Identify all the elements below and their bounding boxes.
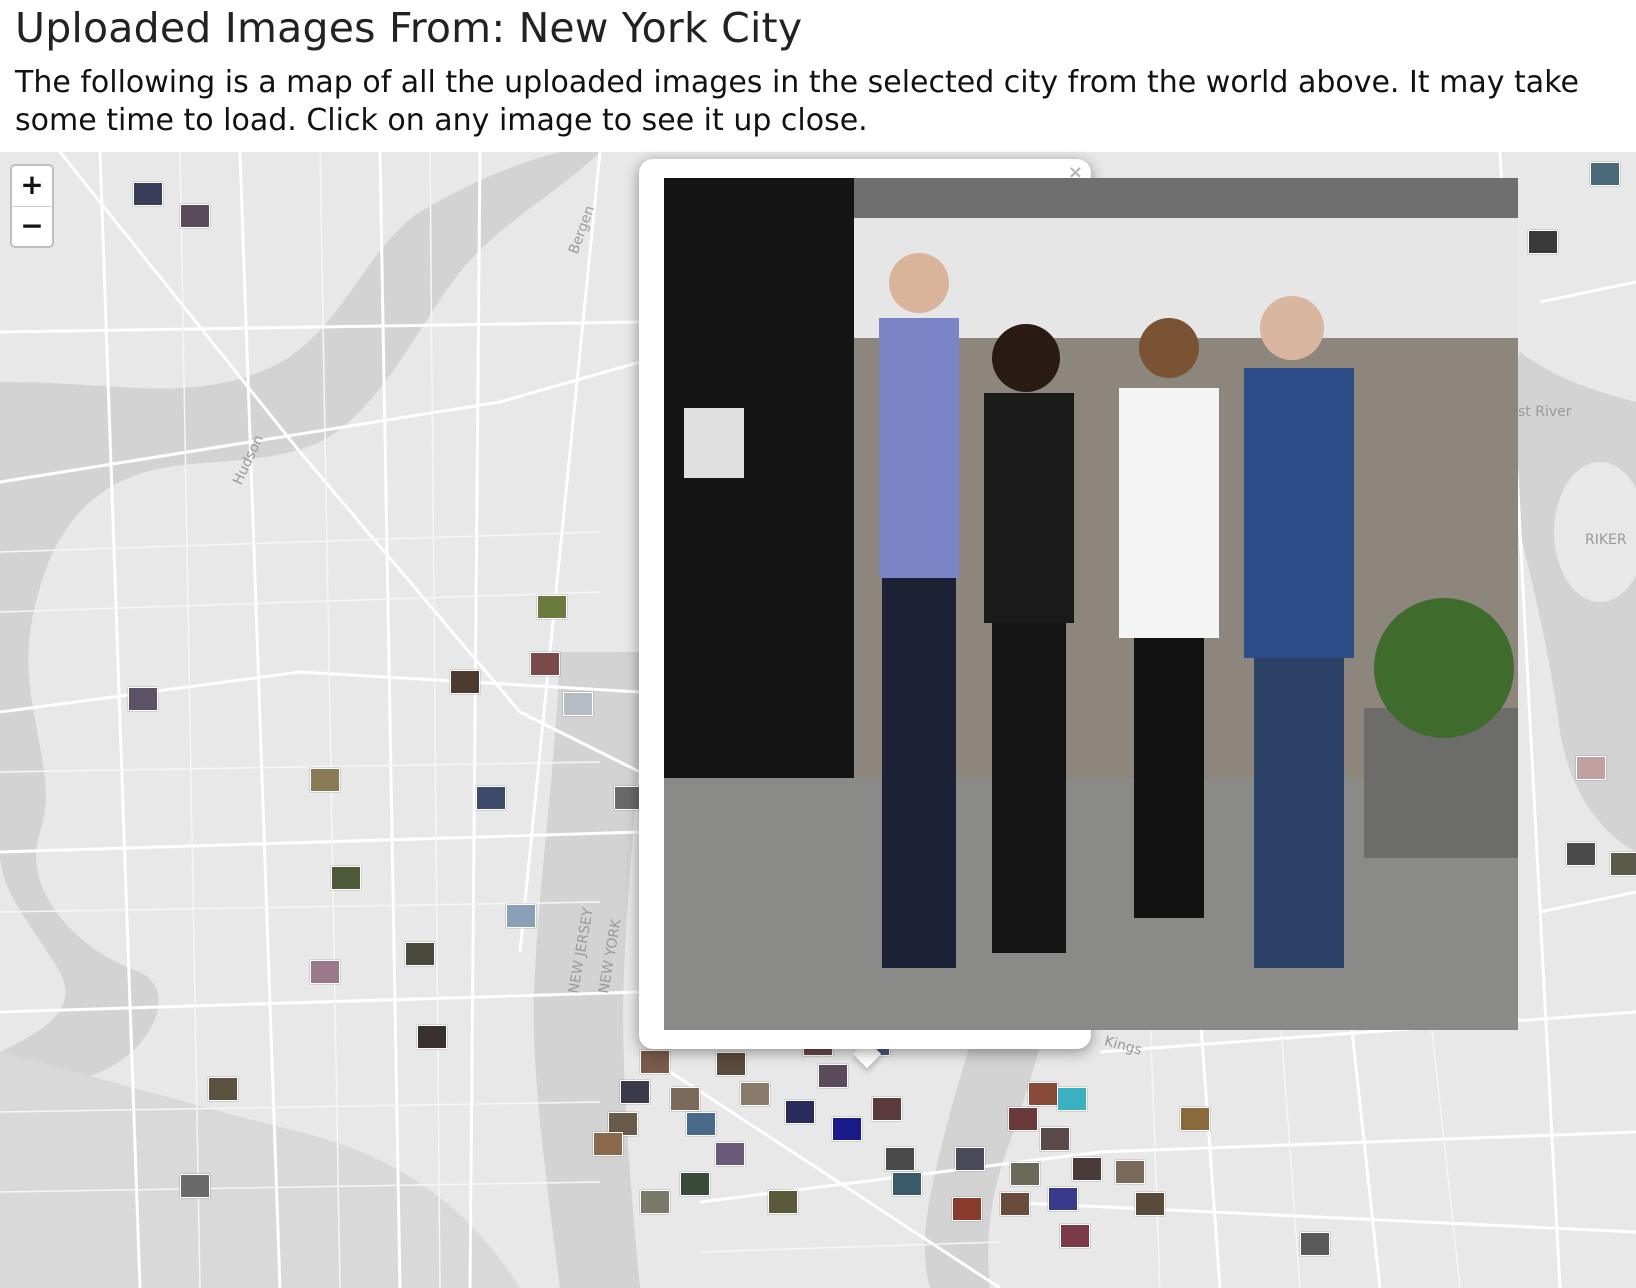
image-marker[interactable]	[180, 204, 210, 228]
image-marker[interactable]	[785, 1100, 815, 1124]
image-marker[interactable]	[1010, 1162, 1040, 1186]
zoom-out-button[interactable]: −	[12, 207, 52, 247]
image-marker[interactable]	[1040, 1127, 1070, 1151]
image-marker[interactable]	[180, 1174, 210, 1198]
page-title: Uploaded Images From: New York City	[15, 4, 803, 52]
image-marker[interactable]	[640, 1050, 670, 1074]
image-marker[interactable]	[1072, 1157, 1102, 1181]
image-marker[interactable]	[1590, 162, 1620, 186]
image-marker[interactable]	[1048, 1187, 1078, 1211]
image-marker[interactable]	[1180, 1107, 1210, 1131]
image-marker[interactable]	[818, 1064, 848, 1088]
image-marker[interactable]	[740, 1082, 770, 1106]
image-marker[interactable]	[331, 866, 361, 890]
image-marker[interactable]	[450, 670, 480, 694]
image-marker[interactable]	[133, 182, 163, 206]
image-marker[interactable]	[506, 904, 536, 928]
image-marker[interactable]	[417, 1025, 447, 1049]
image-marker[interactable]	[1008, 1107, 1038, 1131]
image-marker[interactable]	[1028, 1082, 1058, 1106]
image-marker[interactable]	[310, 960, 340, 984]
image-marker[interactable]	[1528, 230, 1558, 254]
image-marker[interactable]	[1115, 1160, 1145, 1184]
image-marker[interactable]	[1060, 1224, 1090, 1248]
image-marker[interactable]	[563, 692, 593, 716]
image-marker[interactable]	[1566, 842, 1596, 866]
image-marker[interactable]	[686, 1112, 716, 1136]
image-marker[interactable]	[715, 1142, 745, 1166]
image-marker[interactable]	[832, 1117, 862, 1141]
person-4	[1244, 296, 1354, 968]
zoom-control: + −	[10, 164, 54, 248]
image-marker[interactable]	[1135, 1192, 1165, 1216]
image-marker[interactable]	[1000, 1192, 1030, 1216]
image-marker[interactable]	[128, 687, 158, 711]
page-description: The following is a map of all the upload…	[15, 65, 1579, 138]
image-marker[interactable]	[885, 1147, 915, 1171]
image-marker[interactable]	[593, 1132, 623, 1156]
group-photo	[664, 178, 1518, 1030]
image-marker[interactable]	[537, 595, 567, 619]
image-marker[interactable]	[1576, 756, 1606, 780]
image-marker[interactable]	[670, 1087, 700, 1111]
image-marker[interactable]	[310, 768, 340, 792]
person-3	[1119, 318, 1219, 918]
image-marker[interactable]	[680, 1172, 710, 1196]
image-marker[interactable]	[530, 652, 560, 676]
popup-photo	[664, 178, 1518, 1030]
image-marker[interactable]	[892, 1172, 922, 1196]
image-marker[interactable]	[952, 1197, 982, 1221]
zoom-in-button[interactable]: +	[12, 166, 52, 207]
person-1	[879, 253, 959, 968]
image-marker[interactable]	[955, 1147, 985, 1171]
image-marker[interactable]	[1610, 852, 1636, 876]
rikers-label: RIKER	[1585, 532, 1627, 548]
image-marker[interactable]	[476, 786, 506, 810]
image-marker[interactable]	[1300, 1232, 1330, 1256]
image-marker[interactable]	[620, 1080, 650, 1104]
east-river-label: st River	[1518, 404, 1572, 420]
image-marker[interactable]	[1057, 1087, 1087, 1111]
image-marker[interactable]	[872, 1097, 902, 1121]
image-marker[interactable]	[640, 1190, 670, 1214]
person-2	[984, 324, 1074, 953]
image-marker[interactable]	[208, 1077, 238, 1101]
image-marker[interactable]	[716, 1052, 746, 1076]
image-marker[interactable]	[768, 1190, 798, 1214]
image-marker[interactable]	[405, 942, 435, 966]
